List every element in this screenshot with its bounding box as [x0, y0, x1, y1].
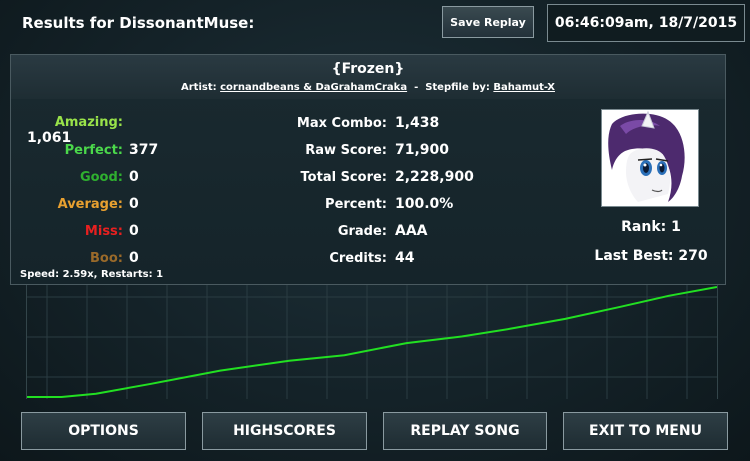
score-progress-graph [26, 285, 718, 399]
judgement-value: 0 [129, 250, 139, 266]
judgement-value: 377 [129, 142, 159, 158]
credits-separator: - [414, 82, 419, 93]
judgement-value: 0 [129, 223, 139, 239]
song-header: {Frozen} Artist: cornandbeans & DaGraham… [11, 55, 725, 99]
speed-restarts: Speed: 2.59x, Restarts: 1 [20, 269, 164, 280]
judgement-label: Average: [57, 197, 123, 212]
stepfile-author-link[interactable]: Bahamut-X [493, 82, 555, 93]
options-button[interactable]: OPTIONS [21, 412, 186, 450]
avatar-image [602, 110, 698, 206]
last-best-label: Last Best: 270 [594, 248, 708, 264]
song-credits: Artist: cornandbeans & DaGrahamCraka - S… [11, 82, 725, 93]
judgement-label: Good: [79, 170, 123, 185]
results-panel: {Frozen} Artist: cornandbeans & DaGraham… [10, 54, 726, 285]
judgement-value: 0 [129, 196, 139, 212]
judgement-value: 0 [129, 169, 139, 185]
exit-to-menu-button[interactable]: EXIT TO MENU [563, 412, 728, 450]
judgement-miss: Miss: 0 [21, 223, 171, 239]
stat-percent: Percent: 100.0% [211, 196, 591, 212]
replay-song-button[interactable]: REPLAY SONG [383, 412, 547, 450]
stat-max-combo: Max Combo: 1,438 [211, 115, 591, 131]
stat-value: 2,228,900 [395, 169, 474, 185]
stat-value: AAA [395, 223, 428, 239]
datetime-display: 06:46:09am, 18/7/2015 [547, 4, 745, 42]
stat-raw-score: Raw Score: 71,900 [211, 142, 591, 158]
song-title: {Frozen} [331, 61, 405, 77]
stat-label: Grade: [337, 224, 387, 239]
stat-value: 100.0% [395, 196, 454, 212]
artist-prefix: Artist: [181, 82, 217, 93]
judgement-label: Miss: [84, 224, 123, 239]
results-title: Results for DissonantMuse: [22, 14, 255, 32]
judgement-good: Good: 0 [21, 169, 171, 185]
graph-canvas [27, 285, 718, 399]
judgement-average: Average: 0 [21, 196, 171, 212]
pony-avatar-icon [601, 109, 699, 207]
stat-label: Credits: [329, 251, 387, 266]
stat-credits: Credits: 44 [211, 250, 591, 266]
judgement-label: Amazing: [54, 115, 123, 130]
stat-value: 1,438 [395, 115, 440, 131]
stat-total-score: Total Score: 2,228,900 [211, 169, 591, 185]
save-replay-button[interactable]: Save Replay [442, 6, 534, 38]
judgement-label: Perfect: [64, 143, 123, 158]
score-progress-line [27, 286, 718, 398]
stat-label: Total Score: [300, 170, 387, 185]
stat-value: 44 [395, 250, 415, 266]
rank-label: Rank: 1 [621, 219, 681, 235]
judgement-boo: Boo: 0 [21, 250, 171, 266]
stat-label: Percent: [325, 197, 387, 212]
judgement-perfect: Perfect: 377 [21, 142, 171, 158]
highscores-button[interactable]: HIGHSCORES [202, 412, 367, 450]
artist-link[interactable]: cornandbeans & DaGrahamCraka [220, 82, 407, 93]
stat-label: Raw Score: [305, 143, 387, 158]
stat-grade: Grade: AAA [211, 223, 591, 239]
stat-label: Max Combo: [296, 116, 387, 131]
stepfile-prefix: Stepfile by: [425, 82, 490, 93]
judgement-label: Boo: [90, 251, 123, 266]
stat-value: 71,900 [395, 142, 450, 158]
